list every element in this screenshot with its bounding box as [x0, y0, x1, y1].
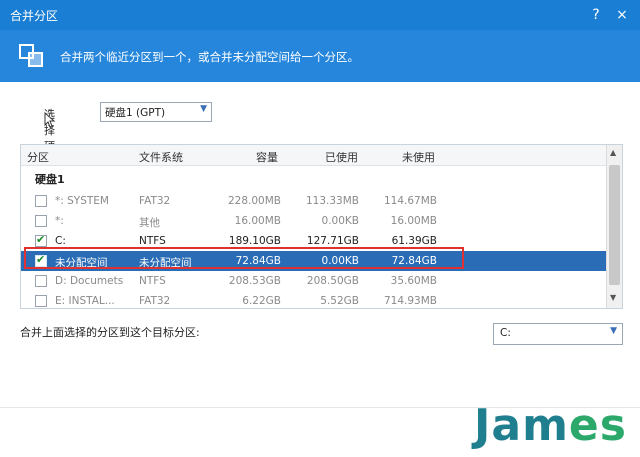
banner-text: 合并两个临近分区到一个，或合并未分配空间给一个分区。: [60, 50, 359, 64]
watermark-part-a: Jam: [474, 400, 569, 451]
row-checkbox[interactable]: [35, 295, 47, 307]
cell-capacity: 16.00MB: [234, 215, 281, 227]
info-banner: 合并两个临近分区到一个，或合并未分配空间给一个分区。: [0, 30, 640, 82]
disk-select[interactable]: 硬盘1 (GPT) ▼: [100, 102, 212, 122]
cell-used: 5.52GB: [320, 295, 359, 307]
col-capacity: 容量: [256, 151, 278, 164]
target-partition-select[interactable]: C: ▼: [493, 323, 623, 345]
title-bar: 合并分区 ? ×: [0, 0, 640, 30]
table-row[interactable]: D: Documets NTFS 208.53GB 208.50GB 35.60…: [21, 271, 606, 291]
col-free: 未使用: [402, 151, 435, 164]
cell-partition: *:: [55, 215, 64, 227]
cell-used: 208.50GB: [306, 275, 359, 287]
cell-used: 113.33MB: [305, 195, 359, 207]
cell-filesystem: NTFS: [139, 235, 166, 247]
chevron-down-icon: ▼: [610, 326, 617, 336]
scroll-down-icon[interactable]: ▼: [610, 293, 616, 302]
table-row[interactable]: *: 其他 16.00MB 0.00KB 16.00MB: [21, 211, 606, 231]
cell-capacity: 228.00MB: [227, 195, 281, 207]
window-title: 合并分区: [10, 9, 59, 23]
partition-table: 分区 文件系统 容量 已使用 未使用 硬盘1 *: SYSTEM FAT32 2…: [20, 144, 623, 309]
cell-free: 35.60MB: [390, 275, 437, 287]
cell-filesystem: 其他: [139, 217, 160, 229]
vertical-scrollbar[interactable]: ▲ ▼: [606, 145, 622, 308]
table-row[interactable]: *: SYSTEM FAT32 228.00MB 113.33MB 114.67…: [21, 191, 606, 211]
help-glyph: ?: [592, 7, 600, 23]
target-partition-label: 合并上面选择的分区到这个目标分区:: [20, 326, 200, 339]
disk-select-value: 硬盘1 (GPT): [105, 107, 166, 119]
cell-partition: E: INSTAL...: [55, 295, 115, 307]
close-icon[interactable]: ×: [612, 5, 632, 25]
scroll-thumb[interactable]: [609, 165, 620, 285]
cell-free: 714.93MB: [383, 295, 437, 307]
checkmark-icon: ✔: [36, 233, 46, 246]
cell-free: 114.67MB: [383, 195, 437, 207]
row-checkbox[interactable]: [35, 195, 47, 207]
table-row[interactable]: E: INSTAL... FAT32 6.22GB 5.52GB 714.93M…: [21, 291, 606, 308]
close-glyph: ×: [616, 7, 628, 23]
watermark-part-b: es: [568, 400, 627, 451]
cell-used: 127.71GB: [306, 235, 359, 247]
col-partition: 分区: [27, 151, 49, 164]
cell-partition: *: SYSTEM: [55, 195, 109, 207]
row-checkbox[interactable]: [35, 275, 47, 287]
cell-filesystem: NTFS: [139, 275, 166, 287]
table-header: 分区 文件系统 容量 已使用 未使用: [21, 145, 606, 166]
cell-capacity: 208.53GB: [228, 275, 281, 287]
col-used: 已使用: [325, 151, 358, 164]
cell-partition: D: Documets: [55, 275, 124, 287]
highlight-box: [24, 247, 464, 269]
scroll-up-icon[interactable]: ▲: [610, 148, 616, 157]
watermark-logo: James: [474, 400, 627, 451]
merge-partitions-icon: [19, 44, 43, 67]
row-checkbox[interactable]: [35, 215, 47, 227]
cell-filesystem: FAT32: [139, 195, 171, 207]
cell-filesystem: FAT32: [139, 295, 171, 307]
help-icon[interactable]: ?: [586, 5, 606, 25]
cell-capacity: 6.22GB: [242, 295, 281, 307]
col-filesystem: 文件系统: [139, 151, 183, 164]
cell-free: 16.00MB: [390, 215, 437, 227]
cell-partition: C:: [55, 235, 66, 247]
disk-group-label: 硬盘1: [35, 173, 65, 186]
mouse-cursor-icon: [44, 112, 56, 128]
cell-free: 61.39GB: [391, 235, 437, 247]
cell-capacity: 189.10GB: [228, 235, 281, 247]
row-checkbox[interactable]: ✔: [35, 233, 47, 247]
target-select-value: C:: [500, 327, 511, 339]
chevron-down-icon: ▼: [200, 104, 207, 114]
cell-used: 0.00KB: [321, 215, 359, 227]
